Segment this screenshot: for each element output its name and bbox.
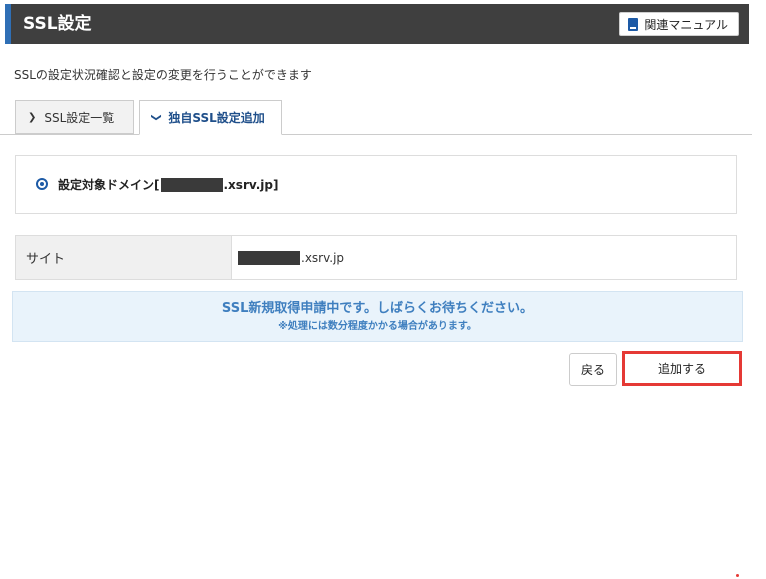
chevron-right-icon: ❯ [28, 111, 37, 123]
back-button[interactable]: 戻る [569, 353, 617, 386]
target-domain-prefix: 設定対象ドメイン[ [58, 178, 160, 192]
tabs-divider [0, 134, 752, 135]
related-manual-label: 関連マニュアル [644, 17, 728, 32]
page-title: SSL設定 [23, 14, 92, 34]
redacted-site [238, 250, 300, 265]
radio-selected-icon[interactable] [36, 178, 48, 190]
tab-ssl-list[interactable]: ❯ SSL設定一覧 [15, 100, 134, 134]
tab-add-ssl-label: 独自SSL設定追加 [168, 111, 265, 125]
page: SSL設定 関連マニュアル SSLの設定状況確認と設定の変更を行うことができます… [0, 0, 766, 579]
add-button[interactable]: 追加する [622, 351, 742, 386]
status-notice: SSL新規取得申請中です。しばらくお待ちください。 ※処理には数分程度かかる場合… [12, 291, 743, 342]
book-icon [628, 17, 639, 31]
target-domain-label: 設定対象ドメイン[ .xsrv.jp] [58, 176, 278, 193]
site-table: サイト .xsrv.jp [15, 235, 737, 280]
domain-selection-box: 設定対象ドメイン[ .xsrv.jp] [15, 155, 737, 214]
target-domain-suffix: .xsrv.jp] [223, 177, 279, 192]
notice-sub-text: ※処理には数分程度かかる場合があります。 [278, 321, 477, 332]
site-header-cell: サイト [16, 236, 232, 279]
tab-add-ssl[interactable]: ❯ 独自SSL設定追加 [139, 100, 282, 135]
tab-ssl-list-label: SSL設定一覧 [44, 110, 115, 125]
page-description: SSLの設定状況確認と設定の変更を行うことができます [14, 68, 312, 82]
site-value-suffix: .xsrv.jp [301, 250, 345, 265]
notice-main-text: SSL新規取得申請中です。しばらくお待ちください。 [221, 301, 534, 316]
red-dot-mark [736, 574, 739, 577]
site-value-cell: .xsrv.jp [232, 236, 736, 279]
related-manual-button[interactable]: 関連マニュアル [619, 12, 739, 36]
chevron-down-icon: ❯ [150, 113, 162, 122]
redacted-domain [160, 177, 223, 192]
page-header: SSL設定 関連マニュアル [5, 4, 749, 44]
